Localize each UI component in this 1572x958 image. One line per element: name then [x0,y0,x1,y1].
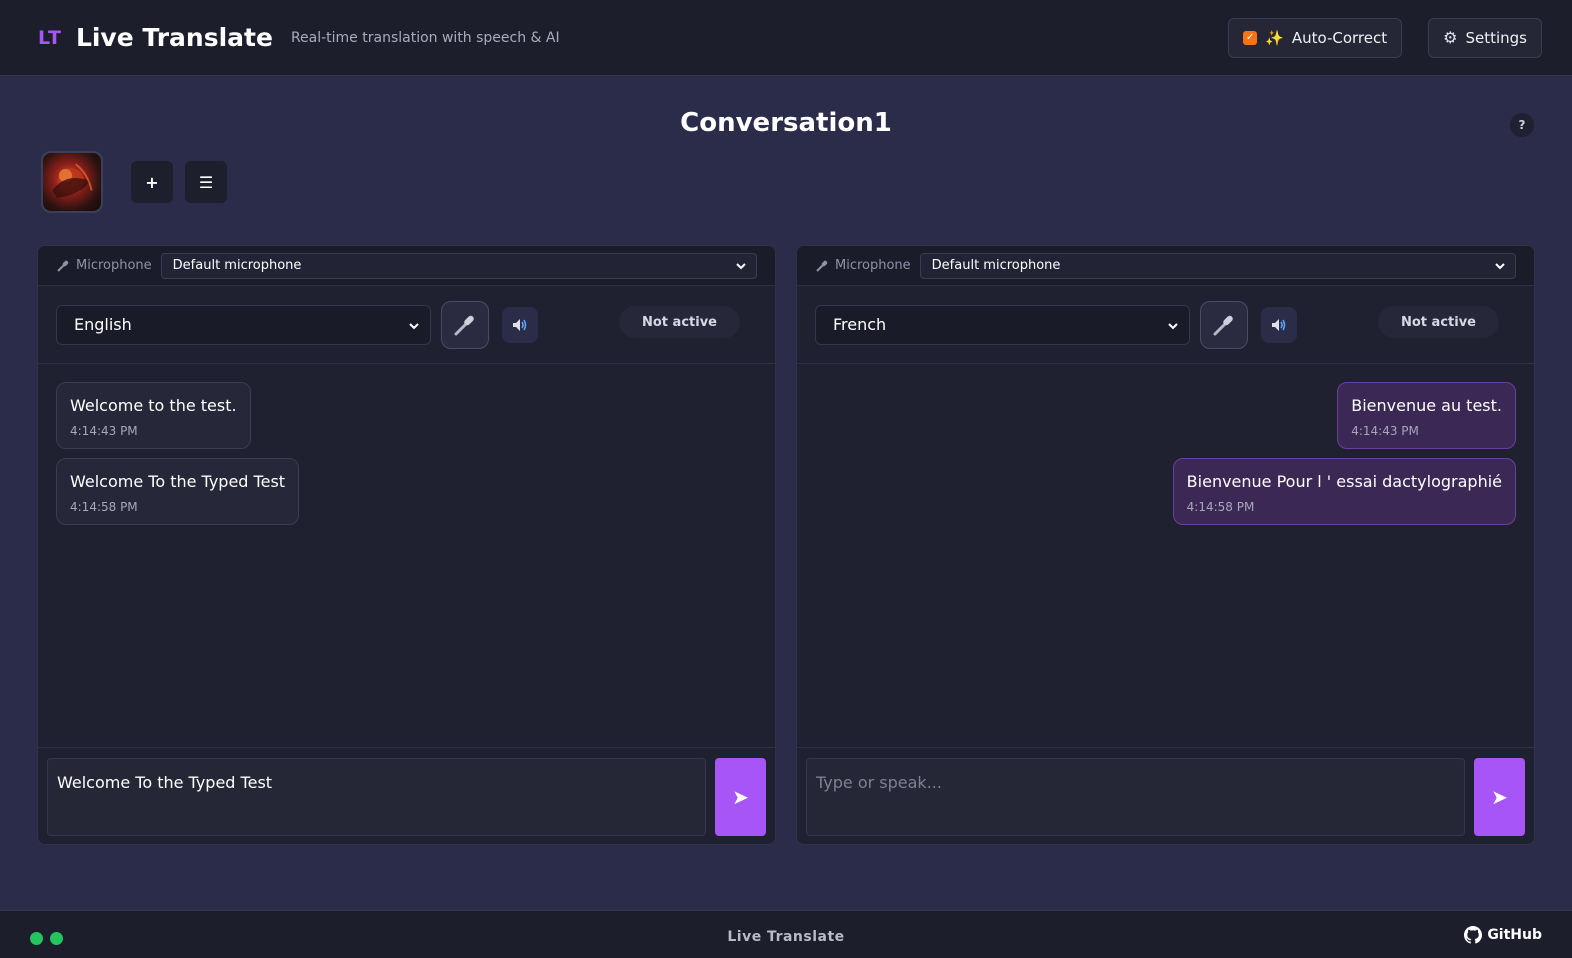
send-icon: ➤ [732,785,749,809]
microphone-icon [816,260,828,272]
message-bubble: Bienvenue au test. 4:14:43 PM [1337,382,1516,449]
record-button[interactable] [441,300,489,349]
chevron-down-icon [736,262,746,269]
app-subtitle: Real-time translation with speech & AI [290,29,560,46]
microphone-icon [57,260,69,272]
microphone-label: Microphone [835,258,911,273]
microphone-row: Microphone Default microphone [797,246,1534,286]
app-logo: LT [38,26,62,49]
microphone-select-value: Default microphone [931,258,1061,273]
message-text: Bienvenue Pour l ' essai dactylographié [1186,472,1502,491]
target-input-row: ➤ [797,747,1534,844]
message-text: Welcome To the Typed Test [70,472,286,491]
github-link[interactable]: GitHub [1464,926,1542,944]
avatar[interactable] [41,151,103,213]
sparkle-icon: ✨ [1265,28,1284,47]
chevron-down-icon [1168,322,1178,329]
message-time: 4:14:58 PM [70,500,138,514]
speaker-icon [513,318,527,331]
microphone-label: Microphone [76,258,152,273]
app-title: Live Translate [75,23,273,52]
language-controls: French Not active [797,286,1534,364]
auto-correct-label: Auto-Correct [1291,28,1388,47]
message-text: Welcome to the test. [70,396,237,415]
send-button[interactable]: ➤ [1474,758,1525,836]
target-language-select[interactable]: French [815,304,1190,345]
avatar-image [52,163,93,198]
github-icon [1464,926,1483,944]
message-time: 4:14:58 PM [1186,500,1255,514]
microphone-select[interactable]: Default microphone [160,252,757,279]
message-bubble: Welcome to the test. 4:14:43 PM [56,382,251,449]
gear-icon: ⚙ [1443,28,1458,47]
chevron-down-icon [409,322,419,329]
app-header: LT Live Translate Real-time translation … [0,0,1572,76]
footer-title: Live Translate [727,929,845,945]
message-bubble: Bienvenue Pour l ' essai dactylographié … [1172,458,1516,525]
add-conversation-button[interactable]: + [131,161,173,203]
speaker-icon [1272,318,1286,331]
message-text: Bienvenue au test. [1351,396,1502,415]
source-panel: Microphone Default microphone English No… [37,245,776,845]
speaker-button[interactable] [1261,306,1297,343]
source-text-input[interactable] [47,758,706,836]
source-language-value: English [74,315,132,334]
help-button[interactable]: ? [1510,113,1534,137]
target-panel: Microphone Default microphone French Not… [796,245,1535,845]
target-message-list: Bienvenue au test. 4:14:43 PM Bienvenue … [797,364,1534,747]
app-footer: Live Translate GitHub [0,910,1572,958]
message-bubble: Welcome To the Typed Test 4:14:58 PM [56,458,300,525]
target-language-value: French [833,315,887,334]
chevron-down-icon [1495,262,1505,269]
status-badge: Not active [619,306,740,338]
microphone-row: Microphone Default microphone [38,246,775,286]
microphone-icon [454,315,474,335]
source-message-list: Welcome to the test. 4:14:43 PM Welcome … [38,364,775,747]
conversation-title: Conversation1 [680,108,892,138]
microphone-icon [1213,315,1233,335]
microphone-select-value: Default microphone [172,258,302,273]
source-input-row: ➤ [38,747,775,844]
auto-correct-toggle[interactable]: ✓ ✨ Auto-Correct [1228,17,1403,58]
target-text-input[interactable] [806,758,1465,836]
send-button[interactable]: ➤ [715,758,766,836]
speaker-button[interactable] [502,306,538,343]
record-button[interactable] [1200,300,1248,349]
message-time: 4:14:43 PM [70,424,138,438]
github-label: GitHub [1487,927,1542,943]
status-badge: Not active [1378,306,1499,338]
settings-button[interactable]: ⚙ Settings [1428,17,1542,58]
source-language-select[interactable]: English [56,304,431,345]
menu-button[interactable]: ☰ [185,161,227,203]
send-icon: ➤ [1491,785,1508,809]
microphone-select[interactable]: Default microphone [919,252,1516,279]
auto-correct-checkbox[interactable]: ✓ [1243,30,1258,45]
settings-label: Settings [1465,28,1527,47]
language-controls: English Not active [38,286,775,364]
message-time: 4:14:43 PM [1351,424,1419,438]
